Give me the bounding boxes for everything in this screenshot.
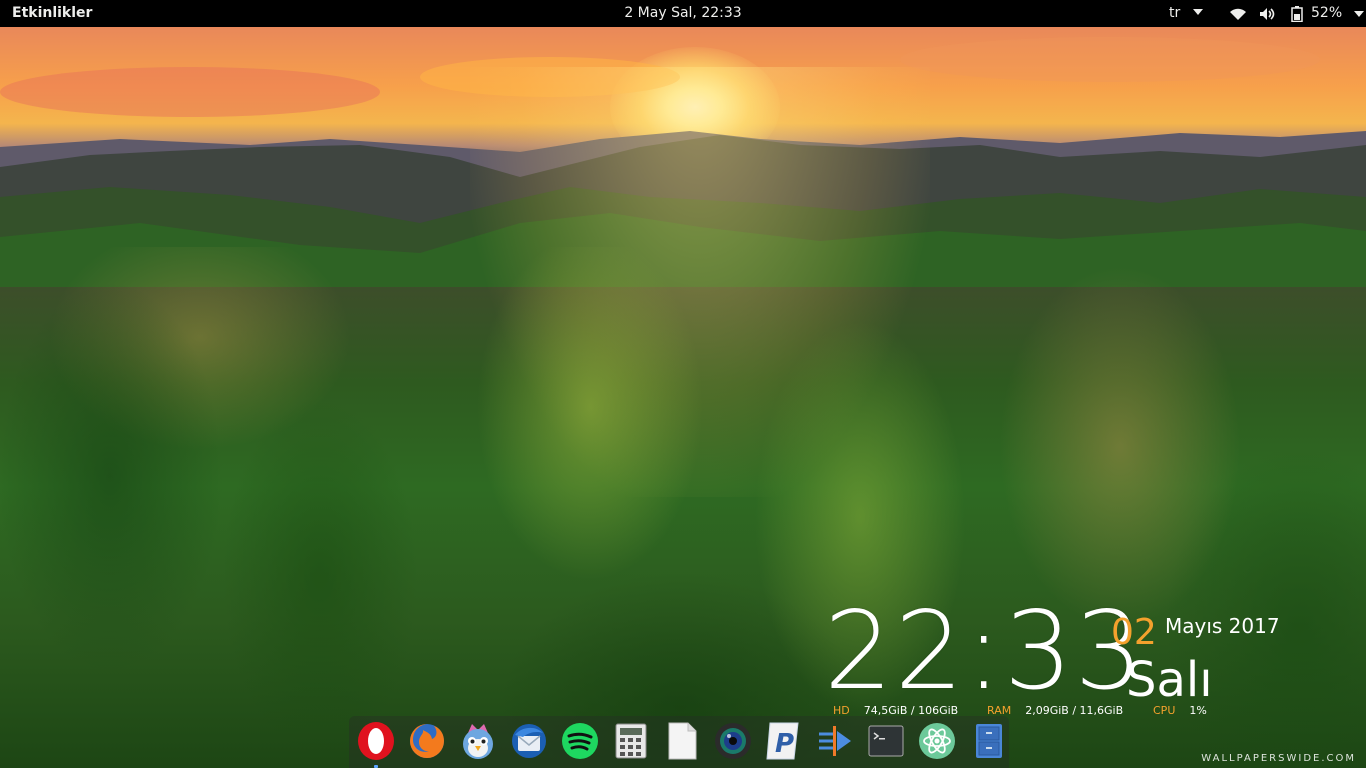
spotify-icon: [562, 723, 598, 759]
calculator-launcher[interactable]: [610, 720, 652, 762]
firefox-icon: [410, 724, 444, 758]
calculator-icon: [615, 723, 647, 759]
transfer-launcher[interactable]: [814, 720, 856, 762]
wallpaper-watermark: WALLPAPERSWIDE.COM: [1201, 753, 1356, 764]
atom-icon: [919, 723, 955, 759]
cpu-value: 1%: [1189, 704, 1207, 717]
top-panel: Etkinlikler 2 May Sal, 22:33 tr 52%: [0, 0, 1366, 27]
opera-icon: [358, 722, 394, 760]
pycharm-launcher[interactable]: P: [763, 720, 805, 762]
file-manager-icon: [976, 724, 1002, 758]
desklet-hours: 22: [824, 589, 966, 714]
camera-launcher[interactable]: [712, 720, 754, 762]
desklet-ram-stat: RAM 2,09GiB / 11,6GiB: [987, 704, 1123, 717]
thunderbird-launcher[interactable]: [508, 720, 550, 762]
activities-button[interactable]: Etkinlikler: [12, 0, 92, 27]
opera-launcher[interactable]: [355, 720, 397, 768]
transfer-icon: [819, 726, 851, 756]
cpu-label: CPU: [1153, 704, 1176, 717]
pycharm-icon: P: [766, 722, 799, 760]
system-menu-arrow-icon: [1354, 10, 1365, 17]
desklet-cpu-stat: CPU 1%: [1153, 704, 1207, 717]
battery-icon: [1291, 5, 1303, 22]
firefox-launcher[interactable]: [406, 720, 448, 762]
camera-icon: [715, 723, 751, 759]
wifi-icon: [1230, 8, 1246, 20]
desklet-day-number: 02: [1111, 612, 1157, 653]
keyboard-layout-menu[interactable]: tr: [1169, 0, 1204, 27]
dropdown-arrow-icon: [1193, 9, 1204, 15]
atom-launcher[interactable]: [916, 720, 958, 762]
terminal-launcher[interactable]: [865, 720, 907, 762]
system-menu[interactable]: 52%: [1229, 0, 1365, 27]
date-time-button[interactable]: 2 May Sal, 22:33: [624, 5, 741, 21]
desklet-month-year: Mayıs 2017: [1165, 614, 1280, 638]
svg-text:P: P: [775, 729, 794, 759]
language-label: tr: [1169, 5, 1181, 21]
desklet-weekday: Salı: [1126, 652, 1213, 708]
clock-container: 2 May Sal, 22:33: [0, 0, 1366, 27]
battery-percent: 52%: [1311, 5, 1343, 21]
corebird-icon: [463, 724, 493, 759]
volume-icon: [1260, 7, 1275, 20]
file-manager-launcher[interactable]: [967, 720, 1009, 762]
ram-value: 2,09GiB / 11,6GiB: [1025, 704, 1124, 717]
desklet-time-separator: :: [965, 589, 1004, 714]
thunderbird-icon: [512, 724, 546, 758]
text-editor-launcher[interactable]: [661, 720, 703, 762]
corebird-launcher[interactable]: [457, 720, 499, 762]
spotify-launcher[interactable]: [559, 720, 601, 762]
terminal-icon: [868, 725, 904, 757]
text-editor-icon: [668, 722, 697, 760]
desklet-time: 22:33: [824, 598, 1145, 706]
